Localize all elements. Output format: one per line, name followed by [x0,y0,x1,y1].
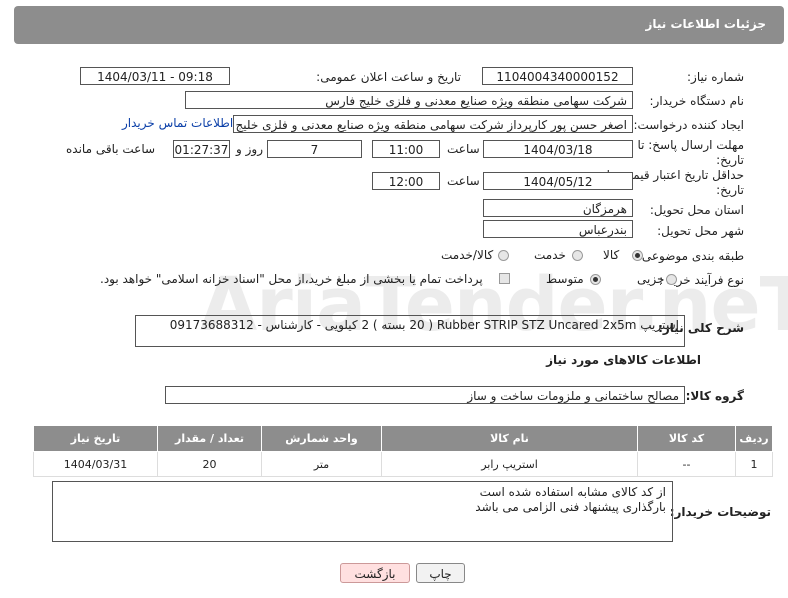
table-header-row: ردیف کد کالا نام کالا واحد شمارش تعداد /… [33,425,773,452]
cell-need-date: 1404/03/31 [33,451,158,477]
buyer-notes-label: توضیحات خریدار: [669,505,771,519]
deadline-label: مهلت ارسال پاسخ: تا تاریخ: [637,138,744,167]
process-minor-radio[interactable] [666,274,677,285]
need-number-field[interactable]: 1104004340000152 [482,67,633,85]
category-goods-label: کالا [603,248,620,262]
category-label: طبقه بندی موضوعی: [637,249,744,263]
table-row[interactable]: 1 -- استریپ رابر متر 20 1404/03/31 [33,451,773,477]
process-medium-label: متوسط [546,272,584,286]
deadline-time-label: ساعت [447,142,480,156]
back-button[interactable]: بازگشت [340,563,410,583]
remaining-time-field[interactable]: 01:27:37 [173,140,230,158]
treasury-payment-checkbox[interactable] [499,273,510,284]
cell-row-number: 1 [735,451,773,477]
col-unit: واحد شمارش [261,425,382,452]
col-quantity: تعداد / مقدار [157,425,262,452]
cell-quantity: 20 [157,451,262,477]
creator-field[interactable]: اصغر حسن پور کارپرداز شرکت سهامی منطقه و… [233,115,633,133]
goods-group-field[interactable]: مصالح ساختمانی و ملزومات ساخت و ساز [165,386,685,404]
process-medium-radio[interactable] [590,274,601,285]
days-label: روز و [236,142,263,156]
announce-field[interactable]: 1404/03/11 - 09:18 [80,67,230,85]
city-field[interactable]: بندرعباس [483,220,633,238]
cell-item-name: استریپ رابر [381,451,638,477]
need-number-label: شماره نیاز: [687,70,744,84]
province-label: استان محل تحویل: [649,203,744,217]
contact-info-link[interactable]: اطلاعات تماس خریدار [122,116,233,130]
province-field[interactable]: هرمزگان [483,199,633,217]
cell-unit: متر [261,451,382,477]
buyer-label: نام دستگاه خریدار: [649,94,745,108]
city-label: شهر محل تحویل: [657,224,744,238]
col-need-date: تاریخ نیاز [33,425,158,452]
category-service-radio[interactable] [572,250,583,261]
description-textarea[interactable]: استریپ Rubber STRIP STZ Uncared 2x5m ( 2… [135,315,685,347]
price-date-field[interactable]: 1404/05/12 [483,172,633,190]
price-time-label: ساعت [447,174,480,188]
days-field[interactable]: 7 [267,140,362,158]
creator-label: ایجاد کننده درخواست: [633,118,744,132]
col-row-number: ردیف [735,425,773,452]
payment-note: پرداخت تمام یا بخشی از مبلغ خرید،از محل … [100,272,483,286]
cell-item-code: -- [637,451,736,477]
page-header: جزئیات اطلاعات نیاز [14,6,784,44]
page-title: جزئیات اطلاعات نیاز [645,17,766,31]
deadline-time-field[interactable]: 11:00 [372,140,440,158]
category-goods-radio[interactable] [632,250,643,261]
process-minor-label: جزیی [637,272,665,286]
category-service-label: خدمت [534,248,566,262]
print-button[interactable]: چاپ [416,563,465,583]
goods-group-label: گروه کالا: [685,389,744,403]
buyer-field[interactable]: شرکت سهامی منطقه ویژه صنایع معدنی و فلزی… [185,91,633,109]
deadline-date-field[interactable]: 1404/03/18 [483,140,633,158]
buyer-notes-textarea[interactable]: از کد کالای مشابه استفاده شده است بارگذا… [52,481,673,542]
price-time-field[interactable]: 12:00 [372,172,440,190]
col-item-name: نام کالا [381,425,638,452]
col-item-code: کد کالا [637,425,736,452]
category-both-radio[interactable] [498,250,509,261]
remaining-label: ساعت باقی مانده [66,142,156,156]
announce-label: تاریخ و ساعت اعلان عمومی: [316,70,461,84]
goods-info-title: اطلاعات کالاهای مورد نیاز [546,353,701,367]
items-table: ردیف کد کالا نام کالا واحد شمارش تعداد /… [33,425,773,477]
category-both-label: کالا/خدمت [441,248,494,262]
